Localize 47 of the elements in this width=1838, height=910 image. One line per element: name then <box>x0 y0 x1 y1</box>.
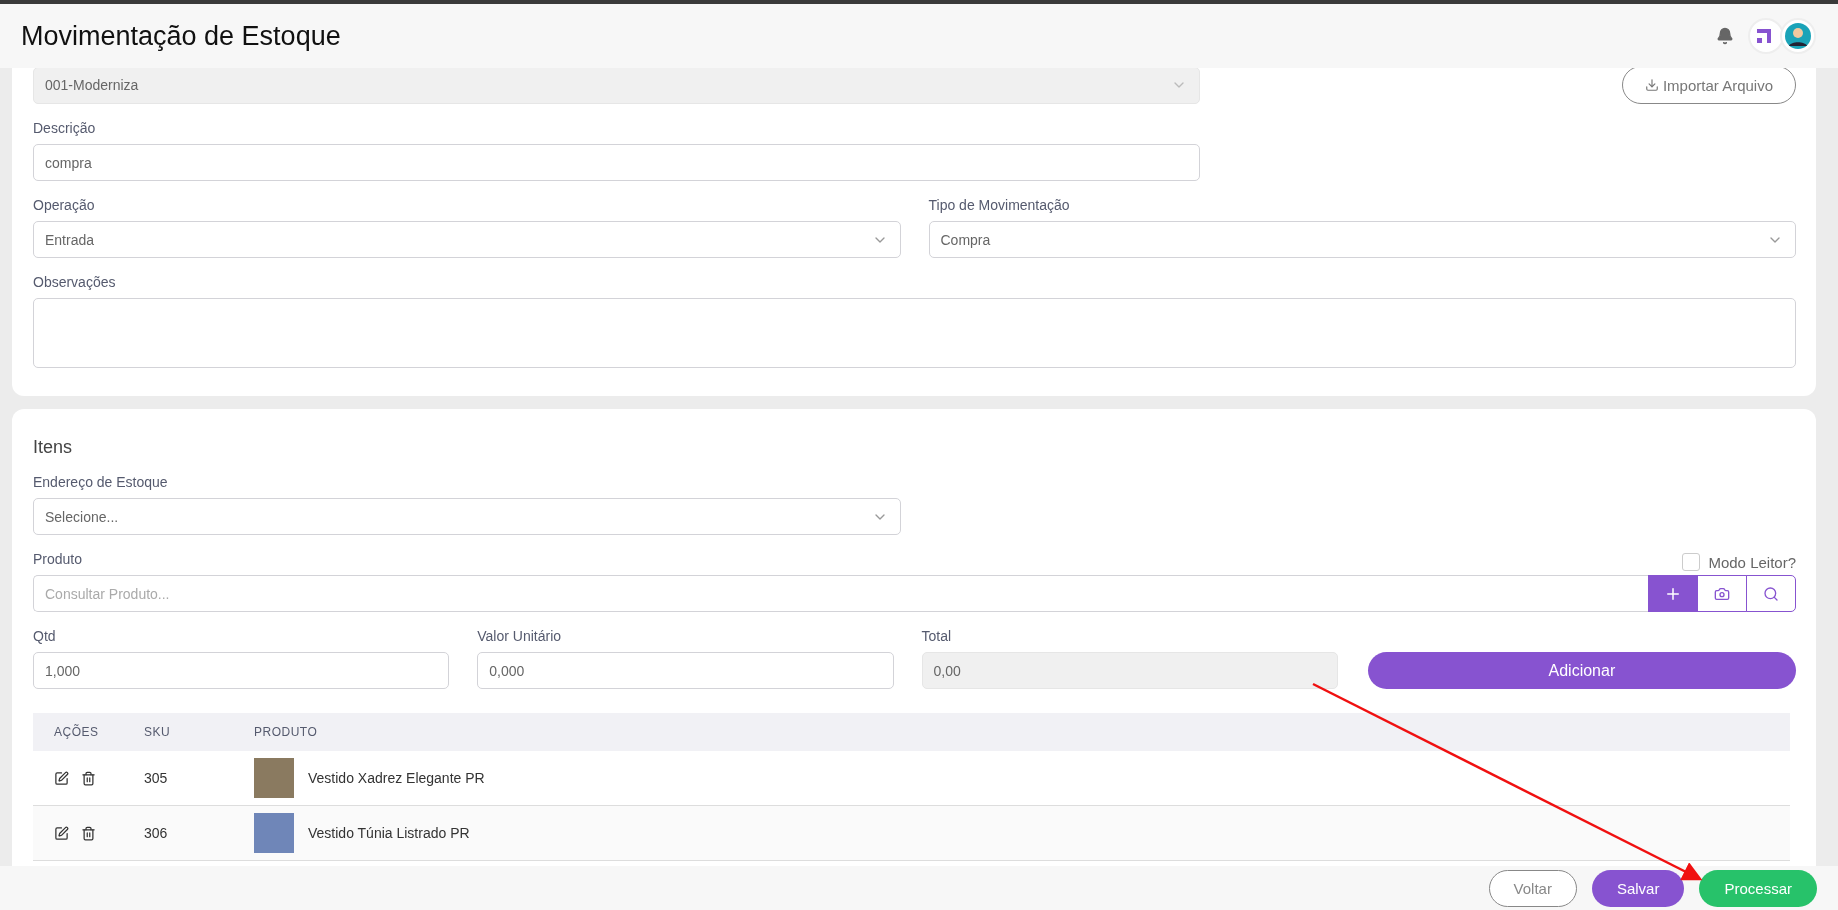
trash-icon[interactable] <box>81 770 96 786</box>
field-label: Endereço de Estoque <box>33 474 169 490</box>
column-header: AÇÕES <box>54 725 100 739</box>
column-header: PRODUTO <box>254 725 319 739</box>
field-label: Total <box>921 628 953 644</box>
user-avatar[interactable] <box>1780 18 1816 54</box>
field-label: Operação <box>33 197 96 213</box>
movement-type-select[interactable]: Compra <box>928 221 1796 258</box>
checkbox-label: Modo Leitor? <box>1708 553 1796 571</box>
edit-icon[interactable] <box>54 825 69 841</box>
trash-icon[interactable] <box>81 825 96 841</box>
import-file-button[interactable]: Importar Arquivo <box>1621 68 1796 104</box>
photo-placeholder <box>254 758 294 798</box>
sku-cell-text: 305 <box>144 770 169 786</box>
field-label: Produto <box>33 551 83 567</box>
search-button[interactable] <box>1746 575 1796 612</box>
notification-bell-icon[interactable] <box>1716 27 1734 45</box>
product-search-field[interactable]: Consultar Produto... <box>33 575 1649 612</box>
page-title: Movimentação de Estoque <box>21 20 342 52</box>
product-cell: Vestido Xadrez Elegante PR <box>308 770 485 786</box>
search-icon <box>1763 585 1779 602</box>
field-label: Observações <box>33 274 117 290</box>
camera-button[interactable] <box>1697 575 1747 612</box>
field-label: Qtd <box>33 628 57 644</box>
sku-cell-text: 306 <box>144 825 169 841</box>
description-field[interactable]: compra <box>33 144 1200 181</box>
column-header: SKU <box>144 725 172 739</box>
add-product-button[interactable] <box>1648 575 1698 612</box>
field-label: Valor Unitário <box>477 628 563 644</box>
add-button[interactable]: Adicionar <box>1367 652 1796 689</box>
camera-icon <box>1714 585 1730 602</box>
field-label: Descrição <box>33 120 97 136</box>
edit-icon[interactable] <box>54 770 69 786</box>
reader-mode-checkbox[interactable] <box>1682 553 1701 571</box>
stock-address-select[interactable]: Selecione... <box>33 498 901 535</box>
logo-avatar[interactable] <box>1748 18 1784 54</box>
product-cell: Vestido Túnia Listrado PR <box>308 825 470 841</box>
footer-button[interactable]: Voltar <box>1488 869 1577 907</box>
photo-placeholder <box>254 813 294 853</box>
footer-button[interactable]: Salvar <box>1591 869 1685 907</box>
download-icon <box>1644 78 1659 92</box>
field-label: Tipo de Movimentação <box>928 197 1071 213</box>
operation-select[interactable]: Entrada <box>33 221 901 258</box>
section-title: Itens <box>33 437 74 458</box>
unit-value-field[interactable]: 0,000 <box>477 652 894 689</box>
quantity-field[interactable]: 1,000 <box>33 652 450 689</box>
total-field: 0,00 <box>921 652 1338 689</box>
